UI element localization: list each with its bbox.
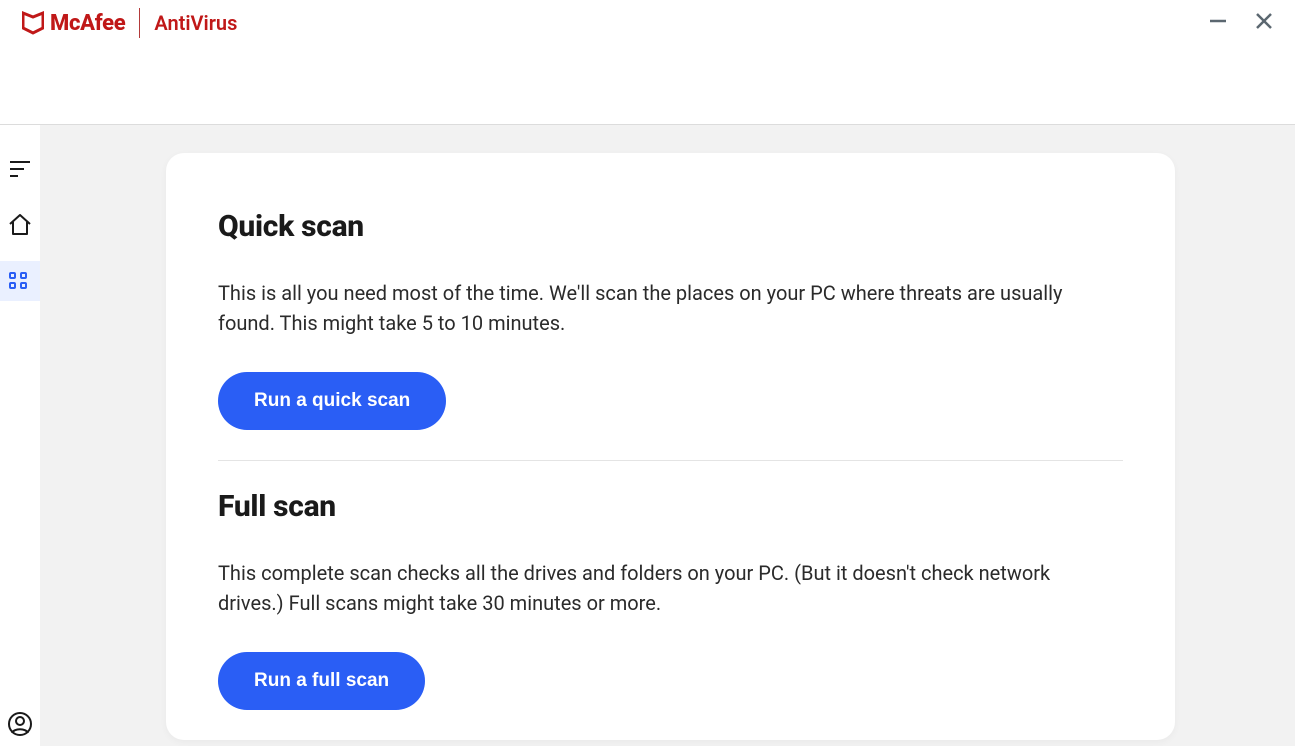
shield-icon: [22, 11, 44, 35]
brand-area: McAfee AntiVirus: [0, 0, 237, 38]
brand-divider: [139, 8, 140, 38]
menu-icon: [9, 159, 31, 179]
window-controls: [1203, 6, 1279, 36]
close-button[interactable]: [1249, 6, 1279, 36]
minimize-button[interactable]: [1203, 6, 1233, 36]
quick-scan-title: Quick scan: [218, 209, 1123, 244]
full-scan-title: Full scan: [218, 489, 1123, 524]
left-rail: [0, 125, 40, 746]
body-area: Quick scan This is all you need most of …: [0, 125, 1295, 746]
main-content: Quick scan This is all you need most of …: [40, 125, 1295, 746]
account-nav-button[interactable]: [0, 704, 40, 744]
menu-toggle-button[interactable]: [0, 149, 40, 189]
grid-icon: [9, 272, 31, 290]
full-scan-section: Full scan This complete scan checks all …: [218, 489, 1123, 710]
home-icon: [8, 214, 32, 236]
run-full-scan-button[interactable]: Run a full scan: [218, 652, 425, 710]
quick-scan-description: This is all you need most of the time. W…: [218, 278, 1088, 338]
run-quick-scan-button[interactable]: Run a quick scan: [218, 372, 446, 430]
full-scan-description: This complete scan checks all the drives…: [218, 558, 1088, 618]
apps-nav-button[interactable]: [0, 261, 40, 301]
mcafee-logo: McAfee: [22, 11, 125, 36]
brand-name: McAfee: [50, 11, 125, 36]
home-nav-button[interactable]: [0, 205, 40, 245]
user-icon: [7, 711, 33, 737]
quick-scan-section: Quick scan This is all you need most of …: [218, 209, 1123, 430]
section-divider: [218, 460, 1123, 461]
app-header: McAfee AntiVirus: [0, 0, 1295, 125]
product-name: AntiVirus: [154, 11, 237, 35]
scan-options-card: Quick scan This is all you need most of …: [166, 153, 1175, 740]
